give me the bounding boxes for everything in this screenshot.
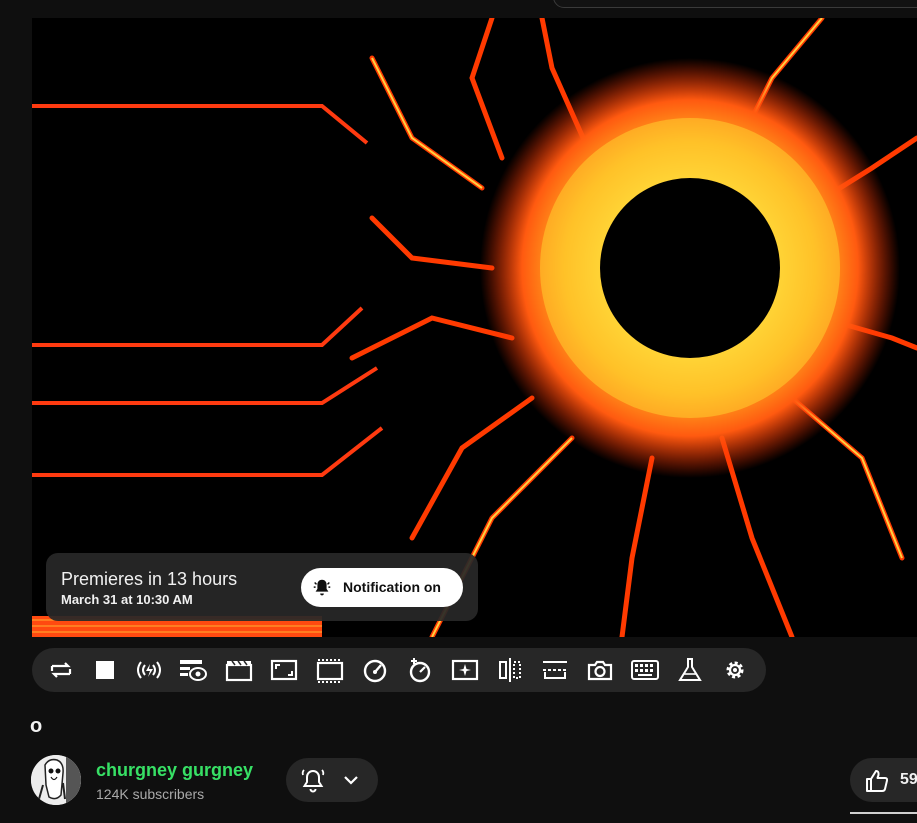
channel-avatar[interactable]: [31, 755, 81, 805]
aspect-ratio-button[interactable]: [267, 654, 301, 686]
notification-label: Notification on: [343, 579, 441, 595]
clapperboard-icon: [225, 660, 253, 682]
keyboard-icon: [631, 660, 659, 680]
like-bar-underline: [850, 812, 917, 814]
watch-later-button[interactable]: [176, 654, 210, 686]
mirror-icon: [499, 658, 521, 682]
subtitle-position-icon: [543, 661, 567, 679]
notification-on-button[interactable]: Notification on: [301, 568, 463, 607]
thumbs-up-icon: [866, 770, 889, 792]
stop-icon: [96, 661, 114, 679]
live-signal-button[interactable]: [132, 654, 166, 686]
cinema-mode-button[interactable]: [313, 654, 347, 686]
premiere-countdown: Premieres in 13 hours: [61, 569, 238, 589]
watch-later-eye-icon: [180, 660, 207, 681]
cinema-mode-icon: [316, 659, 344, 683]
mirror-button[interactable]: [493, 654, 527, 686]
experiments-button[interactable]: [673, 654, 707, 686]
screenshot-button[interactable]: [583, 654, 617, 686]
speed-plus-button[interactable]: [403, 654, 437, 686]
aspect-ratio-icon: [270, 659, 298, 681]
video-title: o: [30, 715, 43, 737]
speed-plus-icon: [409, 658, 431, 683]
screenshot-camera-icon: [587, 660, 613, 681]
player-extension-toolbar: [32, 648, 766, 692]
loop-button[interactable]: [44, 654, 78, 686]
speedometer-icon: [363, 659, 387, 683]
premiere-info-card: Premieres in 13 hours March 31 at 10:30 …: [46, 553, 478, 621]
avatar-image: [31, 755, 81, 805]
video-player[interactable]: Premieres in 13 hours March 31 at 10:30 …: [32, 18, 917, 637]
bell-ringing-icon: [313, 579, 331, 596]
subscriber-count: 124K subscribers: [96, 786, 205, 802]
stop-button[interactable]: [88, 654, 122, 686]
live-signal-icon: [137, 661, 161, 679]
like-count: 59: [900, 771, 917, 788]
video-thumbnail-art: [32, 18, 917, 637]
like-button[interactable]: 59: [850, 758, 917, 802]
chevron-down-icon: [344, 776, 358, 785]
ambient-sparkle-icon: [451, 659, 479, 681]
subtitle-position-button[interactable]: [538, 654, 572, 686]
premiere-date: March 31 at 10:30 AM: [61, 592, 193, 607]
settings-button[interactable]: [718, 654, 752, 686]
flask-icon: [678, 658, 702, 681]
bell-icon: [301, 769, 325, 793]
ambient-button[interactable]: [448, 654, 482, 686]
keyboard-shortcuts-button[interactable]: [628, 654, 662, 686]
channel-name[interactable]: churgney gurgney: [96, 760, 253, 781]
subscription-notification-button[interactable]: [286, 758, 378, 802]
loop-icon: [50, 662, 72, 678]
settings-gear-icon: [726, 661, 744, 679]
speedometer-button[interactable]: [358, 654, 392, 686]
search-bar-edge[interactable]: [553, 0, 917, 8]
clapperboard-button[interactable]: [222, 654, 256, 686]
